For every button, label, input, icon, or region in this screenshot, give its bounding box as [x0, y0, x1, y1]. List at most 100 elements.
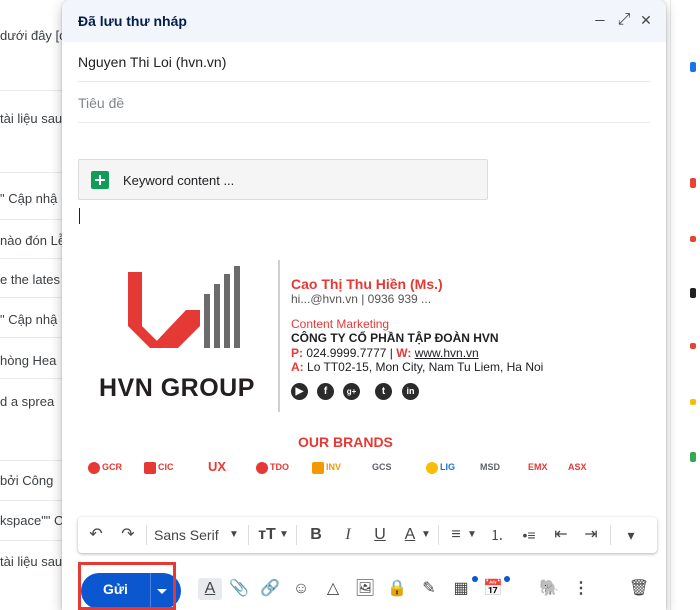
list-item[interactable]: " Cập nhậ	[0, 312, 62, 327]
redo-icon[interactable]: ↷	[118, 525, 138, 545]
font-size-icon[interactable]: тT	[256, 525, 278, 545]
divider	[438, 525, 439, 545]
list-item[interactable]: tài liệu sau	[0, 111, 62, 126]
twitter-icon[interactable]: t	[375, 383, 392, 400]
divider	[0, 219, 62, 220]
insert-photo-icon[interactable]: 🖼	[354, 578, 376, 600]
side-panel-icon[interactable]	[690, 452, 696, 462]
divider	[0, 337, 62, 338]
google-plus-icon[interactable]: g+	[343, 383, 360, 400]
numbered-list-icon[interactable]: ⒈	[486, 525, 508, 545]
brands-title: OUR BRANDS	[298, 434, 393, 450]
to-field[interactable]: Nguyen Thi Loi (hvn.vn)	[78, 42, 650, 82]
more-formatting-icon[interactable]: ▾	[620, 525, 642, 545]
text-color-icon[interactable]: A	[400, 525, 420, 545]
attach-file-icon[interactable]: 📎	[228, 578, 250, 600]
list-item[interactable]: e the lates	[0, 272, 62, 287]
confidential-mode-icon[interactable]: 🔒	[386, 578, 408, 600]
brand-logo: ASX	[568, 462, 587, 472]
list-item[interactable]: " Cập nhậ	[0, 191, 62, 206]
drive-icon[interactable]: △	[322, 578, 344, 600]
brand-logo: CIC	[144, 458, 174, 476]
close-icon[interactable]: ✕	[636, 10, 656, 30]
list-item[interactable]: nào đón Lễ	[0, 233, 62, 248]
more-options-icon[interactable]: ⋮	[570, 578, 592, 600]
subject-field[interactable]: Tiêu đề	[78, 83, 650, 123]
list-item[interactable]: dưới đây [c	[0, 28, 62, 43]
list-item[interactable]: tài liệu sau	[0, 554, 62, 569]
list-item[interactable]: kspace"" C	[0, 513, 62, 528]
sheets-icon	[91, 171, 109, 189]
indent-less-icon[interactable]: ⇤	[550, 525, 572, 545]
underline-icon[interactable]: U	[370, 525, 390, 545]
compose-header[interactable]: Đã lưu thư nháp _ ⤢ ✕	[62, 0, 666, 42]
formatting-toolbar: ↶ ↷ Sans Serif ▼ тT ▼ B I U A ▼ ≡ ▼ ⒈ •≡…	[78, 517, 657, 553]
side-panel-icon[interactable]	[690, 343, 696, 349]
chevron-down-icon[interactable]: ▼	[466, 525, 478, 545]
side-panel-icon[interactable]	[690, 178, 696, 188]
side-panel-icon[interactable]	[690, 399, 696, 405]
list-item[interactable]: bởi Công	[0, 473, 62, 488]
web-separator: |	[389, 346, 393, 360]
chevron-down-icon[interactable]: ▼	[228, 525, 240, 545]
divider	[146, 525, 147, 545]
youtube-icon[interactable]: ▶	[291, 383, 308, 400]
signature-divider	[278, 260, 280, 412]
brand-logo: UX	[208, 459, 227, 474]
emoji-icon[interactable]: ☺	[290, 578, 312, 600]
divider	[0, 90, 62, 91]
brand-logo: TDO	[256, 458, 289, 476]
font-family-select[interactable]: Sans Serif	[154, 525, 224, 545]
side-panel-icon[interactable]	[690, 236, 696, 242]
recipient-chip[interactable]: Nguyen Thi Loi (hvn.vn)	[78, 54, 226, 70]
attachment-chip[interactable]: Keyword content ...	[78, 159, 488, 200]
italic-icon[interactable]: I	[338, 525, 358, 545]
minimize-icon[interactable]: _	[590, 4, 610, 24]
chevron-down-icon[interactable]: ▼	[420, 525, 432, 545]
address-value: Lo TT02-15, Mon City, Nam Tu Liem, Ha No…	[307, 360, 544, 374]
align-icon[interactable]: ≡	[446, 525, 466, 545]
signature-role: Content Marketing	[291, 317, 390, 331]
bulleted-list-icon[interactable]: •≡	[518, 525, 540, 545]
brand-logo: EMX	[528, 462, 548, 472]
insert-link-icon[interactable]: 🔗	[259, 578, 281, 600]
subject-placeholder: Tiêu đề	[78, 95, 125, 111]
linkedin-icon[interactable]: in	[402, 383, 419, 400]
attachment-name: Keyword content ...	[123, 173, 235, 188]
website-link[interactable]: www.hvn.vn	[415, 346, 479, 360]
list-item[interactable]: d a sprea	[0, 394, 62, 409]
list-item[interactable]: hòng Hea	[0, 353, 62, 368]
bottom-action-bar: Gửi A 📎 🔗 ☺ △ 🖼 🔒 ✎ ▦ 📅 🐘 ⋮ 🗑	[62, 560, 666, 610]
evernote-icon[interactable]: 🐘	[538, 578, 560, 600]
brand-logo: GCR	[88, 458, 122, 476]
facebook-icon[interactable]: f	[317, 383, 334, 400]
expand-icon[interactable]: ⤢	[614, 10, 634, 30]
side-panel-icon[interactable]	[690, 62, 696, 72]
chevron-down-icon[interactable]: ▼	[278, 525, 290, 545]
compose-window: Đã lưu thư nháp _ ⤢ ✕ Nguyen Thi Loi (hv…	[62, 0, 666, 610]
layouts-icon[interactable]: ▦	[450, 578, 472, 600]
divider	[296, 525, 297, 545]
delete-draft-icon[interactable]: 🗑	[628, 578, 650, 600]
phone-label: P:	[291, 346, 303, 360]
undo-icon[interactable]: ↶	[86, 525, 106, 545]
signature-name: Cao Thị Thu Hiền (Ms.)	[291, 276, 443, 292]
signature-company: CÔNG TY CỔ PHẦN TẬP ĐOÀN HVN	[291, 331, 499, 345]
divider	[0, 460, 62, 461]
brand-logo: LIG	[426, 458, 455, 476]
background-message-list: dưới đây [c tài liệu sau " Cập nhậ nào đ…	[0, 0, 62, 610]
new-feature-dot	[472, 576, 478, 582]
indent-more-icon[interactable]: ⇥	[580, 525, 602, 545]
bold-icon[interactable]: B	[306, 525, 326, 545]
signature-contact: hi...@hvn.vn | 0936 939 ...	[291, 292, 432, 306]
highlight-box	[78, 562, 176, 610]
brand-logo: GCS	[372, 462, 392, 472]
side-panel-icon[interactable]	[690, 288, 696, 298]
signature-address-line: A: Lo TT02-15, Mon City, Nam Tu Liem, Ha…	[291, 360, 543, 374]
divider	[610, 525, 611, 545]
side-panel-strip	[670, 0, 700, 610]
compose-title: Đã lưu thư nháp	[78, 13, 187, 29]
formatting-options-icon[interactable]: A	[198, 578, 222, 600]
schedule-icon[interactable]: 📅	[482, 578, 504, 600]
signature-icon[interactable]: ✎	[418, 578, 440, 600]
